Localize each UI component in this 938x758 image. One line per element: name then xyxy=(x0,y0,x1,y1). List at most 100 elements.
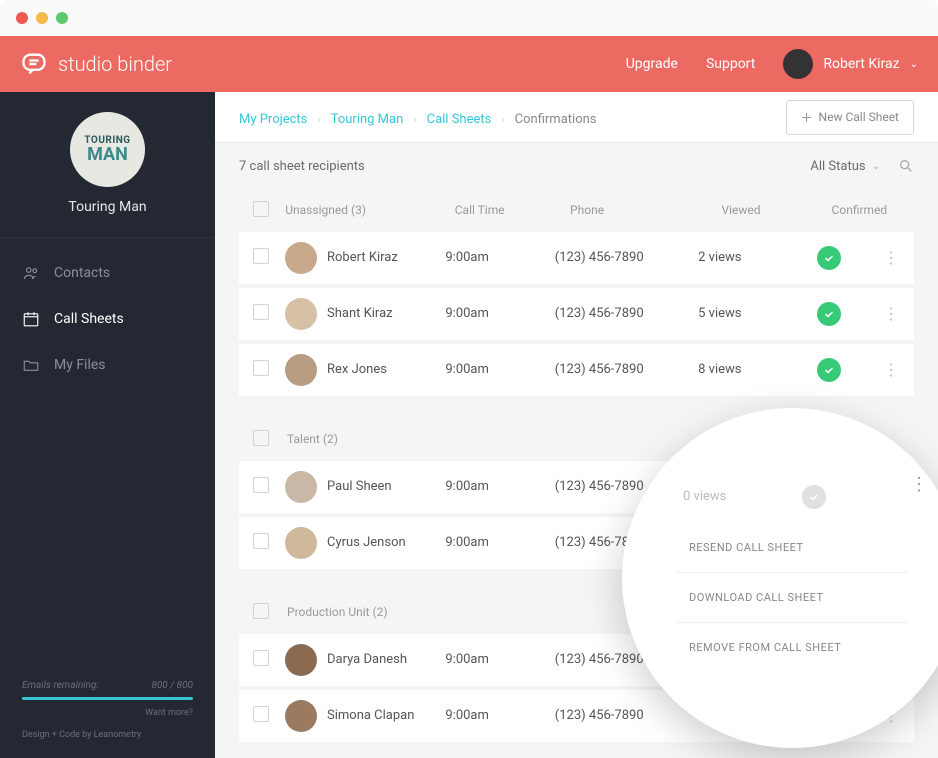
user-avatar xyxy=(783,49,813,79)
breadcrumb-item: Confirmations xyxy=(515,112,597,127)
toolbar: 7 call sheet recipients All Status ⌄ xyxy=(215,143,938,189)
chevron-right-icon: › xyxy=(317,113,320,126)
footer-credit: Design + Code by Leanometry xyxy=(22,730,193,740)
row-checkbox[interactable] xyxy=(253,360,269,376)
window-maximize-dot[interactable] xyxy=(56,12,68,24)
chat-icon xyxy=(20,50,48,78)
sidebar-item-label: Call Sheets xyxy=(54,311,124,327)
window-minimize-dot[interactable] xyxy=(36,12,48,24)
call-time: 9:00am xyxy=(445,535,538,550)
row-checkbox[interactable] xyxy=(253,650,269,666)
avatar xyxy=(285,242,317,274)
group-title: Production Unit (2) xyxy=(287,605,457,619)
call-time: 9:00am xyxy=(445,652,538,667)
sidebar-item-contacts[interactable]: Contacts xyxy=(0,250,215,296)
call-time: 9:00am xyxy=(445,479,538,494)
popover-viewed: 0 views xyxy=(683,489,726,504)
view-count: 8 views xyxy=(698,362,774,377)
phone: (123) 456-7890 xyxy=(555,306,682,321)
sidebar-item-label: My Files xyxy=(54,357,106,373)
upgrade-link[interactable]: Upgrade xyxy=(626,56,678,72)
col-header-viewed: Viewed xyxy=(721,203,802,217)
chevron-right-icon: › xyxy=(413,113,416,126)
project-logo: TOURING MAN xyxy=(70,112,145,187)
sidebar-nav: Contacts Call Sheets My Files xyxy=(0,238,215,388)
sidebar-item-myfiles[interactable]: My Files xyxy=(0,342,215,388)
col-header-phone: Phone xyxy=(570,203,705,217)
recipient-name: Cyrus Jenson xyxy=(327,535,406,550)
recipient-count: 7 call sheet recipients xyxy=(239,159,365,174)
row-checkbox[interactable] xyxy=(253,248,269,264)
avatar xyxy=(285,644,317,676)
recipient-name: Shant Kiraz xyxy=(327,306,393,321)
user-menu[interactable]: Robert Kiraz ⌄ xyxy=(783,49,918,79)
group-checkbox[interactable] xyxy=(253,201,269,217)
breadcrumb-item[interactable]: Touring Man xyxy=(331,112,404,127)
row-checkbox[interactable] xyxy=(253,304,269,320)
emails-remaining-value: 800 / 800 xyxy=(151,680,193,691)
row-checkbox[interactable] xyxy=(253,706,269,722)
project-block[interactable]: TOURING MAN Touring Man xyxy=(0,92,215,238)
user-name: Robert Kiraz xyxy=(823,56,899,72)
col-header-confirmed: Confirmed xyxy=(819,203,900,217)
search-icon[interactable] xyxy=(898,158,914,174)
brand-logo[interactable]: studio binder xyxy=(20,50,172,78)
brand-text: studio binder xyxy=(58,52,172,76)
group-checkbox[interactable] xyxy=(253,430,269,446)
row-checkbox[interactable] xyxy=(253,477,269,493)
breadcrumb-item[interactable]: My Projects xyxy=(239,112,307,127)
support-link[interactable]: Support xyxy=(706,56,755,72)
row-more-button[interactable]: ⋮ xyxy=(883,311,900,317)
status-filter-label: All Status xyxy=(810,159,865,174)
row-more-button[interactable]: ⋮ xyxy=(883,367,900,373)
calendar-icon xyxy=(22,310,40,328)
new-button-label: New Call Sheet xyxy=(819,110,899,124)
chevron-down-icon: ⌄ xyxy=(910,59,918,70)
window-chrome xyxy=(0,0,938,36)
project-name: Touring Man xyxy=(0,199,215,215)
more-dots-icon[interactable]: ⋮ xyxy=(910,482,928,488)
menu-resend[interactable]: RESEND CALL SHEET xyxy=(677,523,907,573)
sidebar-footer: Emails remaining: 800 / 800 Want more? D… xyxy=(0,662,215,758)
recipient-row[interactable]: Robert Kiraz9:00am(123) 456-78902 views⋮ xyxy=(239,232,914,284)
confirm-badge xyxy=(802,485,826,509)
new-call-sheet-button[interactable]: ＋ New Call Sheet xyxy=(786,100,914,135)
chevron-down-icon: ⌄ xyxy=(872,161,880,172)
recipient-name: Paul Sheen xyxy=(327,479,392,494)
sidebar-item-label: Contacts xyxy=(54,265,110,281)
confirm-badge xyxy=(817,358,841,382)
group-checkbox[interactable] xyxy=(253,603,269,619)
recipient-row[interactable]: Rex Jones9:00am(123) 456-78908 views⋮ xyxy=(239,344,914,396)
view-count: 2 views xyxy=(698,250,774,265)
row-more-button[interactable]: ⋮ xyxy=(883,255,900,261)
group-title: Talent (2) xyxy=(287,432,457,446)
folder-icon xyxy=(22,356,40,374)
want-more-link[interactable]: Want more? xyxy=(22,708,193,718)
emails-remaining-label: Emails remaining: xyxy=(22,680,99,691)
recipient-name: Darya Danesh xyxy=(327,652,407,667)
avatar xyxy=(285,298,317,330)
window-close-dot[interactable] xyxy=(16,12,28,24)
avatar xyxy=(285,700,317,732)
status-filter-dropdown[interactable]: All Status ⌄ xyxy=(810,159,880,174)
chevron-right-icon: › xyxy=(501,113,504,126)
call-time: 9:00am xyxy=(445,708,538,723)
row-checkbox[interactable] xyxy=(253,533,269,549)
recipient-row[interactable]: Shant Kiraz9:00am(123) 456-78905 views⋮ xyxy=(239,288,914,340)
menu-remove[interactable]: REMOVE FROM CALL SHEET xyxy=(677,623,907,672)
phone: (123) 456-7890 xyxy=(555,708,682,723)
plus-icon: ＋ xyxy=(801,109,813,126)
recipient-name: Simona Clapan xyxy=(327,708,414,723)
emails-progress xyxy=(22,697,193,700)
breadcrumb-item[interactable]: Call Sheets xyxy=(427,112,492,127)
phone: (123) 456-7890 xyxy=(555,362,682,377)
breadcrumb-row: My Projects › Touring Man › Call Sheets › Conf… xyxy=(215,92,938,143)
menu-download[interactable]: DOWNLOAD CALL SHEET xyxy=(677,573,907,623)
sidebar: TOURING MAN Touring Man Contacts Call Sh… xyxy=(0,92,215,758)
topbar: studio binder Upgrade Support Robert Kir… xyxy=(0,36,938,92)
sidebar-item-callsheets[interactable]: Call Sheets xyxy=(0,296,215,342)
group-title: Unassigned (3) xyxy=(285,203,438,217)
phone: (123) 456-7890 xyxy=(555,250,682,265)
avatar xyxy=(285,354,317,386)
recipient-name: Rex Jones xyxy=(327,362,387,377)
